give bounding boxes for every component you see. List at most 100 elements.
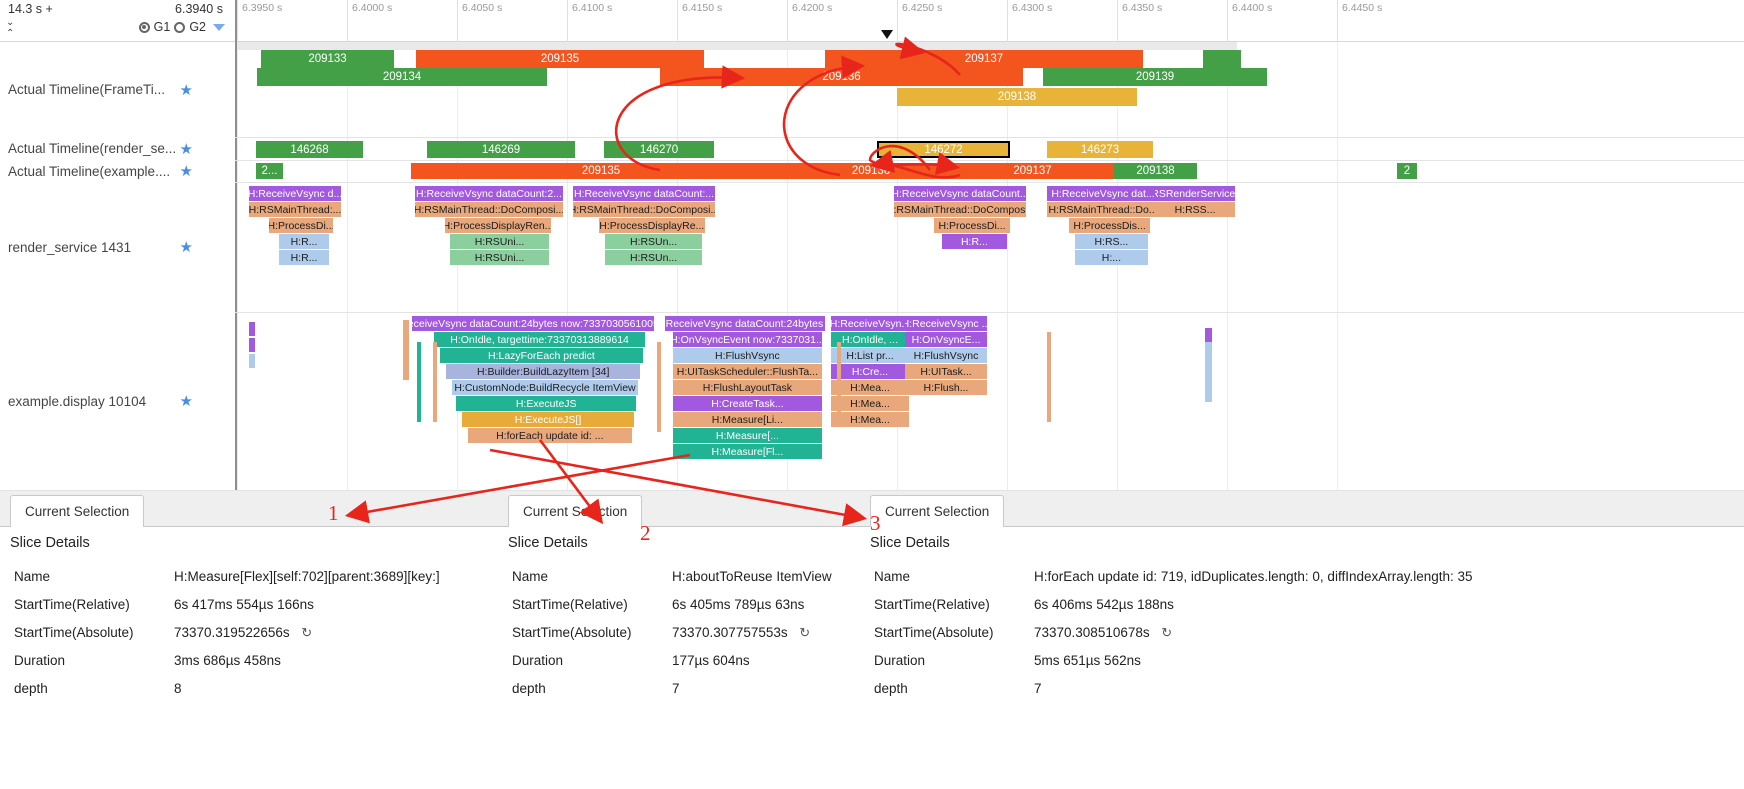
flame-slice[interactable]: H:RSMainThread:... <box>249 202 341 217</box>
flame-micro-slice[interactable] <box>837 342 841 422</box>
example-timeline-bar[interactable]: 209137 <box>951 163 1114 179</box>
flame-micro-slice[interactable] <box>403 320 409 380</box>
radio-g1[interactable] <box>138 21 150 33</box>
render-service-timeline-bar[interactable]: 146272 <box>877 141 1010 158</box>
tab-current-selection[interactable]: Current Selection <box>508 495 643 527</box>
frame-timeline-bar[interactable]: 209133 <box>261 50 394 68</box>
flame-slice[interactable]: H:Cre... <box>831 364 909 379</box>
track-canvas[interactable]: 209133 209135 209137 209134 209136 209139 2091… <box>235 42 1744 490</box>
flame-slice[interactable]: H:UITask... <box>905 364 987 379</box>
flame-slice[interactable]: H:RSUni... <box>450 250 549 265</box>
flame-slice[interactable]: H:RSUni... <box>450 234 549 249</box>
radio-g2[interactable] <box>174 21 186 33</box>
render-service-timeline-bar[interactable]: 146273 <box>1047 141 1153 158</box>
flame-micro-slice[interactable] <box>1205 342 1212 402</box>
render-service-timeline-bar[interactable]: 146270 <box>604 141 714 158</box>
flame-slice[interactable]: H:Measure[... <box>673 428 822 443</box>
example-timeline-bar[interactable]: 2... <box>256 163 283 179</box>
flame-micro-slice[interactable] <box>657 342 661 432</box>
refresh-icon[interactable]: ↻ <box>799 625 810 641</box>
lane-example-display-10104[interactable]: example.display 10104 ★ <box>0 312 235 490</box>
flame-slice[interactable]: H:RSUn... <box>605 234 703 249</box>
flame-slice[interactable]: H:UITaskScheduler::FlushTa... <box>673 364 822 379</box>
refresh-icon[interactable]: ↻ <box>1161 625 1172 641</box>
lane-frame-timeline[interactable]: Actual Timeline(FrameTi... ★ <box>0 42 235 137</box>
frame-timeline-bar[interactable]: 209134 <box>257 68 547 86</box>
flame-micro-slice[interactable] <box>417 342 421 422</box>
flame-slice[interactable]: H:RSMainThread::DoCompos... <box>894 202 1026 217</box>
flame-slice[interactable]: H:FlushLayoutTask <box>673 380 822 395</box>
render-service-timeline-bar[interactable]: 146269 <box>427 141 575 158</box>
flame-slice[interactable]: H:ReceiveVsync dataCount:2... <box>415 186 563 201</box>
frame-timeline-bar[interactable]: 209138 <box>897 88 1137 106</box>
flame-slice[interactable]: H:OnVsyncEvent now:7337031... <box>673 332 822 347</box>
favorite-star-icon[interactable]: ★ <box>180 162 193 180</box>
flame-slice[interactable]: H:Flush... <box>905 380 987 395</box>
flame-slice[interactable]: H:Measure[Li... <box>673 412 822 427</box>
flame-slice[interactable]: H:Measure[Fl... <box>673 444 822 459</box>
tab-current-selection[interactable]: Current Selection <box>10 495 145 527</box>
frame-timeline-bar[interactable]: 209137 <box>825 50 1143 68</box>
chevron-down-icon[interactable]: ⌄ <box>6 18 14 28</box>
flame-slice[interactable]: H:ReceiveVsync ... <box>905 316 987 331</box>
flame-slice[interactable]: H:ProcessDi... <box>934 218 1010 233</box>
lane-render-service-timeline[interactable]: Actual Timeline(render_se... ★ <box>0 137 235 160</box>
flame-micro-slice[interactable] <box>433 342 437 422</box>
flame-slice[interactable]: H:RSMainThread::DoComposi... <box>415 202 563 217</box>
flame-micro-slice[interactable] <box>249 322 255 336</box>
example-timeline-bar[interactable]: 209138 <box>1114 163 1197 179</box>
example-timeline-bar[interactable]: 2 <box>1397 163 1417 179</box>
flame-slice[interactable]: H:ProcessDisplayRe... <box>599 218 705 233</box>
flame-slice[interactable]: H:FlushVsync <box>673 348 822 363</box>
flame-slice[interactable]: H:Mea... <box>831 396 909 411</box>
flame-slice[interactable]: H:R... <box>942 234 1007 249</box>
flame-slice[interactable]: H:RSUn... <box>605 250 703 265</box>
flame-slice[interactable]: H:R... <box>279 234 329 249</box>
playhead-marker[interactable] <box>881 30 893 39</box>
flame-slice[interactable]: H:ReceiveVsync dat... <box>1047 186 1159 201</box>
flame-slice[interactable]: H:forEach update id: ... <box>468 428 632 443</box>
flame-slice[interactable]: H:ProcessDi... <box>269 218 333 233</box>
flame-slice[interactable]: H:OnIdle, targettime:73370313889614 <box>434 332 646 347</box>
flame-slice[interactable]: H:LazyForEach predict <box>440 348 643 363</box>
flame-slice[interactable]: H:ReceiveVsync dataCount... <box>894 186 1026 201</box>
flame-slice[interactable]: H:CustomNode:BuildRecycle ItemView <box>452 380 638 395</box>
lane-example-timeline[interactable]: Actual Timeline(example.... ★ <box>0 160 235 182</box>
flame-slice[interactable]: H:RSMainThread::Do... <box>1047 202 1159 217</box>
flame-slice[interactable]: H:ExecuteJS <box>456 396 637 411</box>
favorite-star-icon[interactable]: ★ <box>180 140 193 158</box>
render-service-timeline-bar[interactable]: 146268 <box>256 141 363 158</box>
flame-slice[interactable]: H:... <box>1075 250 1148 265</box>
flame-slice[interactable]: H:RSRenderService:Ta <box>1155 186 1235 201</box>
flame-micro-slice[interactable] <box>1047 332 1051 422</box>
tab-current-selection[interactable]: Current Selection <box>870 495 1005 527</box>
group-selector[interactable]: G1 G2 <box>138 20 225 34</box>
frame-timeline-bar[interactable]: 209139 <box>1043 68 1267 86</box>
flame-slice[interactable]: H:ProcessDisplayRen... <box>445 218 551 233</box>
flame-micro-slice[interactable] <box>249 354 255 368</box>
frame-timeline-bar[interactable] <box>1203 50 1241 68</box>
flame-slice[interactable]: H:RSS... <box>1155 202 1235 217</box>
flame-slice[interactable]: H:ReceiveVsyn... <box>831 316 909 331</box>
flame-slice[interactable]: H:OnVsyncE... <box>905 332 987 347</box>
flame-slice[interactable]: H:ReceiveVsync dataCount:24bytes now:733… <box>412 316 654 331</box>
example-timeline-bar[interactable]: 209135 <box>411 163 791 179</box>
favorite-star-icon[interactable]: ★ <box>180 392 193 410</box>
flame-slice[interactable]: H:ReceiveVsync d... <box>249 186 341 201</box>
flame-slice[interactable]: H:List pr... <box>831 348 909 363</box>
flame-slice[interactable]: H:RSMainThread::DoComposi... <box>573 202 715 217</box>
flame-slice[interactable]: H:ProcessDis... <box>1069 218 1151 233</box>
flame-slice[interactable]: H:Mea... <box>831 380 909 395</box>
flame-slice[interactable]: H:OnIdle, ... <box>831 332 909 347</box>
flame-slice[interactable]: H:ReceiveVsync dataCount:24bytes ... <box>665 316 825 331</box>
flame-slice[interactable]: H:ExecuteJS[] <box>462 412 634 427</box>
frame-timeline-bar[interactable]: 209135 <box>416 50 704 68</box>
flame-slice[interactable]: H:Builder:BuildLazyItem [34] <box>446 364 641 379</box>
flame-slice[interactable]: H:ReceiveVsync dataCount:... <box>573 186 715 201</box>
flame-slice[interactable]: H:FlushVsync <box>905 348 987 363</box>
favorite-star-icon[interactable]: ★ <box>180 81 193 99</box>
refresh-icon[interactable]: ↻ <box>301 625 312 641</box>
favorite-star-icon[interactable]: ★ <box>180 238 193 256</box>
chevron-down-icon[interactable] <box>213 23 225 31</box>
flame-slice[interactable]: H:R... <box>279 250 329 265</box>
